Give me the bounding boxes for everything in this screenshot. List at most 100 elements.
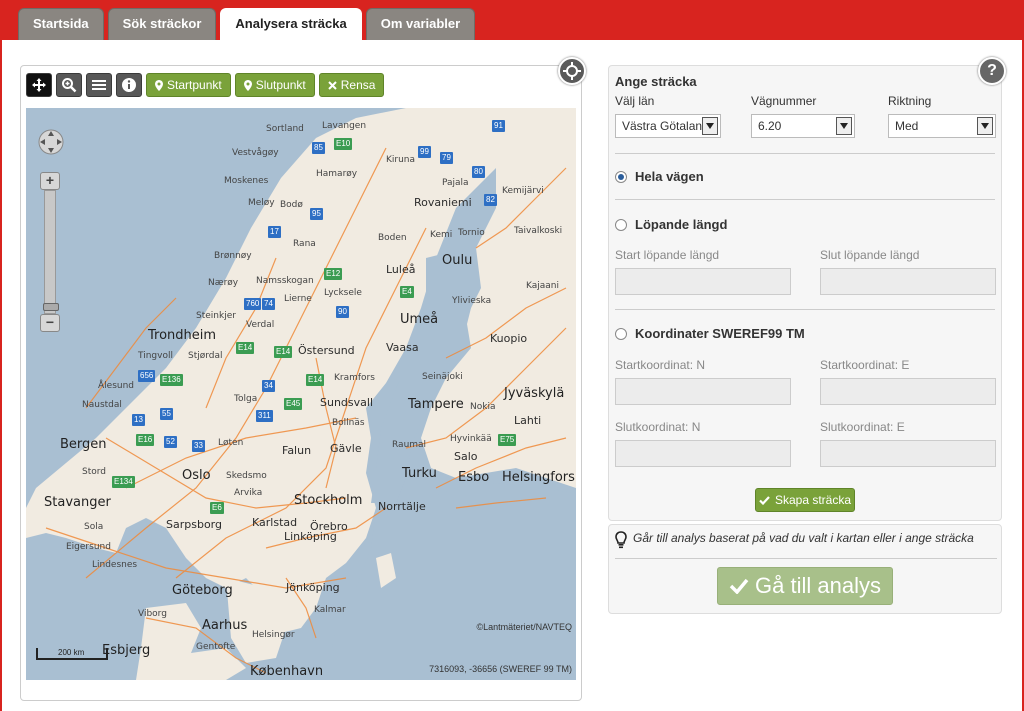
lightbulb-icon [615, 531, 627, 549]
map-label: Bollnäs [332, 418, 365, 428]
lopande-langd-label: Löpande längd [635, 217, 728, 232]
pan-control[interactable] [36, 118, 66, 166]
riktning-select[interactable]: Med [888, 114, 996, 138]
startpunkt-button[interactable]: Startpunkt [146, 73, 231, 97]
map-label: Stockholm [294, 493, 363, 508]
road-badge: 17 [268, 226, 281, 238]
map-label: København [250, 664, 324, 679]
zoom-in-button[interactable]: + [40, 172, 60, 190]
slut-lopande-label: Slut löpande längd [820, 248, 920, 262]
lan-label: Välj län [615, 94, 655, 108]
road-badge: E4 [400, 286, 414, 298]
road-badge: E12 [324, 268, 343, 280]
zoom-tool-button[interactable] [56, 73, 82, 97]
map-label: Arvika [234, 488, 263, 498]
map-label: Göteborg [172, 583, 233, 598]
map-label: Kalmar [314, 605, 346, 615]
option-koordinater[interactable]: Koordinater SWEREF99 TM [615, 326, 805, 341]
map-label: Nærøy [208, 278, 239, 288]
map-label: Bergen [60, 437, 107, 452]
map-label: Sundsvall [320, 396, 374, 409]
check-icon [759, 495, 770, 505]
divider [615, 153, 995, 154]
analys-panel: Går till analys baserat på vad du valt i… [608, 524, 1002, 614]
vagnummer-select[interactable]: 6.20 [751, 114, 855, 138]
map-view[interactable]: + − Sortland Lavangen Vestvågøy Kiruna H… [26, 108, 576, 680]
zoom-slider[interactable]: + − [40, 172, 60, 332]
slut-e-label: Slutkoordinat: E [820, 420, 905, 434]
ange-stracka-panel: Ange sträcka Välj län Västra Götalan Väg… [608, 65, 1002, 521]
map-label: Nokia [470, 402, 496, 412]
start-e-input[interactable] [820, 378, 996, 405]
chevron-down-icon [836, 117, 852, 135]
map-label: Esbo [458, 470, 490, 485]
zoom-thumb[interactable] [43, 303, 59, 311]
radio-koordinater[interactable] [615, 327, 627, 340]
chevron-down-icon [702, 117, 718, 135]
riktning-value: Med [895, 119, 919, 133]
map-label: Pajala [442, 178, 469, 188]
layers-list-icon [92, 80, 106, 90]
crosshair-icon [563, 62, 581, 80]
map-label: Kemijärvi [502, 186, 544, 196]
map-label: Sortland [266, 124, 304, 134]
map-label: Östersund [298, 344, 355, 357]
map-label: Moskenes [224, 176, 269, 186]
zoom-out-button[interactable]: − [40, 314, 60, 332]
map-label: Lierne [284, 294, 312, 304]
locate-button[interactable] [558, 57, 586, 85]
map-label: Tornio [458, 228, 485, 238]
map-label: Turku [402, 466, 437, 481]
map-label: Vaasa [386, 341, 419, 354]
tab-sok-strackor[interactable]: Sök sträckor [107, 8, 217, 40]
option-lopande-langd[interactable]: Löpande längd [615, 217, 727, 232]
tab-startsida[interactable]: Startsida [18, 8, 104, 40]
layers-tool-button[interactable] [86, 73, 112, 97]
road-badge: E136 [160, 374, 183, 386]
map-label: Meløy [248, 198, 275, 208]
map-label: Stord [82, 467, 107, 477]
slut-e-input[interactable] [820, 440, 996, 467]
road-badge: 79 [440, 152, 453, 164]
ga-till-analys-button[interactable]: Gå till analys [717, 567, 893, 605]
map-label: Lavangen [322, 121, 367, 131]
road-badge: 80 [472, 166, 485, 178]
help-button[interactable]: ? [978, 57, 1006, 85]
road-badge: 91 [492, 120, 505, 132]
option-hela-vagen[interactable]: Hela vägen [615, 169, 704, 184]
map-panel: Startpunkt Slutpunkt Rensa + − Sortland … [20, 65, 582, 701]
map-label: Lindesnes [92, 560, 138, 570]
radio-lopande-langd[interactable] [615, 218, 627, 231]
pan-tool-button[interactable] [26, 73, 52, 97]
road-badge: 33 [192, 440, 205, 452]
skapa-stracka-button[interactable]: Skapa sträcka [755, 488, 855, 512]
map-label: Seinäjoki [422, 372, 463, 382]
start-n-input[interactable] [615, 378, 791, 405]
rensa-button[interactable]: Rensa [318, 73, 385, 97]
map-label: Naustdal [82, 400, 122, 410]
zoom-track[interactable] [43, 190, 59, 314]
lan-select[interactable]: Västra Götalan [615, 114, 721, 138]
map-label: Kajaani [526, 281, 559, 291]
map-label: Namsskogan [256, 276, 314, 286]
radio-hela-vagen[interactable] [615, 170, 627, 183]
info-tool-button[interactable] [116, 73, 142, 97]
slut-n-input[interactable] [615, 440, 791, 467]
riktning-label: Riktning [888, 94, 932, 108]
tab-analysera-stracka[interactable]: Analysera sträcka [220, 8, 362, 41]
slut-lopande-input[interactable] [820, 268, 996, 295]
map-label: Karlstad [252, 516, 298, 529]
start-lopande-input[interactable] [615, 268, 791, 295]
map-label: Hyvinkää [450, 434, 492, 444]
road-badge: 85 [312, 142, 325, 154]
map-label: Umeå [400, 312, 439, 327]
close-icon [328, 80, 337, 90]
map-label: Løten [218, 438, 244, 448]
tab-om-variabler[interactable]: Om variabler [365, 8, 476, 40]
road-badge: 52 [164, 436, 177, 448]
map-label: Helsingør [252, 630, 295, 640]
road-badge: 95 [310, 208, 323, 220]
map-scale-bar: 200 km [36, 648, 108, 660]
map-label: Boden [378, 233, 407, 243]
slutpunkt-button[interactable]: Slutpunkt [234, 73, 315, 97]
